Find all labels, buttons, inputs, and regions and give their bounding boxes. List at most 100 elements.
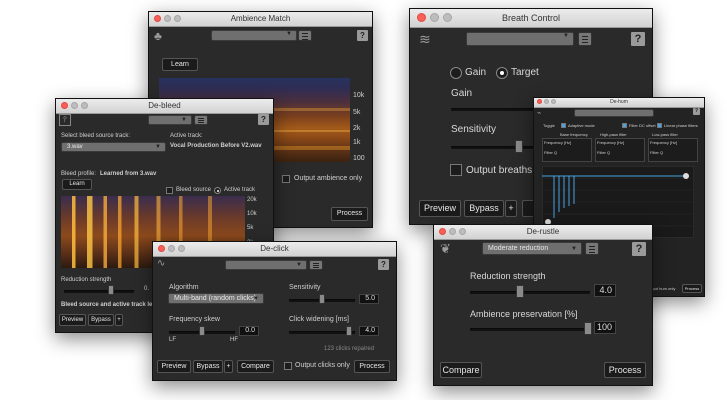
- active-track-radio[interactable]: [214, 187, 221, 194]
- close-button[interactable]: [158, 245, 165, 252]
- de-bleed-titlebar[interactable]: De-bleed: [56, 99, 273, 114]
- ambience-preservation-slider-thumb[interactable]: [584, 322, 592, 335]
- de-rustle-titlebar[interactable]: De-rustle: [434, 225, 652, 240]
- help-icon[interactable]: ?: [378, 259, 389, 270]
- freq-label-10k: 10k: [353, 92, 365, 99]
- window-title: Breath Control: [501, 13, 561, 23]
- help-icon[interactable]: ?: [258, 114, 269, 125]
- sensitivity-value[interactable]: 5.0: [359, 294, 379, 304]
- frequency-skew-slider-thumb[interactable]: [199, 326, 205, 336]
- sensitivity-label: Sensitivity: [451, 124, 497, 135]
- active-track-value: Vocal Production Before V2.wav: [170, 143, 262, 149]
- zoom-button[interactable]: [459, 228, 466, 235]
- close-button[interactable]: [61, 102, 68, 109]
- close-button[interactable]: [537, 99, 542, 104]
- bleed-source-checkbox[interactable]: [166, 187, 173, 194]
- zoom-button[interactable]: [174, 15, 181, 22]
- gain-slider[interactable]: [451, 108, 541, 111]
- minimize-button[interactable]: [168, 245, 175, 252]
- reduction-strength-value[interactable]: 4.0: [594, 284, 616, 297]
- help-icon[interactable]: ?: [631, 32, 645, 46]
- preset-menu-icon[interactable]: [298, 30, 312, 41]
- minimize-button[interactable]: [430, 13, 439, 22]
- bypass-options-button[interactable]: +: [115, 314, 123, 326]
- process-button[interactable]: Process: [604, 362, 646, 378]
- sensitivity-slider[interactable]: [451, 146, 541, 149]
- zoom-button[interactable]: [443, 13, 452, 22]
- learn-button[interactable]: Learn: [162, 58, 198, 71]
- process-button[interactable]: Process: [354, 360, 390, 373]
- help-icon[interactable]: ?: [632, 242, 646, 256]
- close-button[interactable]: [439, 228, 446, 235]
- filter-dc-checkbox[interactable]: [622, 123, 627, 128]
- breath-control-titlebar[interactable]: Breath Control: [410, 9, 652, 28]
- base-frequency-label: Base frequency: [560, 132, 588, 137]
- preview-button[interactable]: Preview: [157, 360, 191, 373]
- mode-menu-icon[interactable]: [585, 242, 599, 255]
- preset-menu-icon[interactable]: [578, 32, 592, 46]
- close-button[interactable]: [417, 13, 426, 22]
- bypass-button[interactable]: Bypass: [464, 200, 504, 217]
- high-pass-frequency-label: Frequency [Hz]: [597, 140, 625, 145]
- help-icon[interactable]: ?: [357, 30, 368, 41]
- mode-dropdown[interactable]: Moderate reduction ▼: [482, 242, 582, 255]
- ambience-preservation-slider[interactable]: [470, 328, 590, 331]
- minimize-button[interactable]: [164, 15, 171, 22]
- process-button[interactable]: Process: [331, 207, 368, 221]
- preset-dropdown[interactable]: ▼: [211, 30, 297, 41]
- bleed-profile-value: Learned from 3.wav: [100, 171, 157, 177]
- reduction-strength-slider-thumb[interactable]: [108, 285, 114, 295]
- close-button[interactable]: [154, 15, 161, 22]
- ambience-preservation-value[interactable]: 100: [594, 321, 616, 334]
- ambience-match-titlebar[interactable]: Ambience Match: [149, 12, 372, 27]
- click-widening-slider-thumb[interactable]: [346, 326, 352, 336]
- output-clicks-only-checkbox[interactable]: [284, 362, 292, 370]
- compare-button[interactable]: Compare: [440, 362, 482, 378]
- learn-button[interactable]: Learn: [62, 179, 92, 190]
- algorithm-dropdown[interactable]: Multi-band (random clicks) ▼: [168, 293, 264, 304]
- preset-dropdown[interactable]: ▼: [148, 115, 192, 125]
- gain-mode-radio[interactable]: [450, 67, 462, 79]
- de-hum-titlebar[interactable]: De-hum: [534, 98, 704, 108]
- help-icon[interactable]: ?: [693, 108, 700, 115]
- reduction-strength-slider[interactable]: [470, 291, 590, 294]
- output-breaths-label: Output breaths o: [466, 165, 541, 176]
- de-click-titlebar[interactable]: De-click: [153, 242, 396, 257]
- sensitivity-slider-thumb[interactable]: [319, 294, 325, 304]
- reduction-strength-slider-thumb[interactable]: [516, 285, 524, 298]
- click-widening-value[interactable]: 4.0: [359, 326, 379, 336]
- de-bleed-icon: ⫯: [59, 114, 71, 126]
- freq-label-1k: 1k: [353, 139, 361, 146]
- target-mode-radio[interactable]: [496, 67, 508, 79]
- reduction-strength-slider[interactable]: [64, 290, 134, 293]
- bypass-options-button[interactable]: +: [505, 200, 517, 217]
- source-track-dropdown[interactable]: 3.wav ▼: [61, 142, 166, 152]
- zoom-button[interactable]: [178, 245, 185, 252]
- linear-phase-checkbox[interactable]: [657, 123, 662, 128]
- bypass-options-button[interactable]: +: [224, 360, 233, 373]
- preset-dropdown[interactable]: ▼: [225, 260, 307, 270]
- preset-dropdown[interactable]: ▼: [466, 32, 574, 46]
- minimize-button[interactable]: [544, 99, 549, 104]
- minimize-button[interactable]: [449, 228, 456, 235]
- preview-button[interactable]: Preview: [419, 200, 461, 217]
- bypass-button[interactable]: Bypass: [88, 314, 114, 326]
- preset-menu-icon[interactable]: [309, 260, 323, 270]
- zoom-button[interactable]: [81, 102, 88, 109]
- output-ambience-only-checkbox[interactable]: [282, 175, 290, 183]
- preview-button[interactable]: Preview: [59, 314, 86, 326]
- process-button[interactable]: Process: [682, 284, 702, 293]
- preset-dropdown[interactable]: [574, 109, 654, 117]
- adaptive-mode-checkbox[interactable]: [561, 123, 566, 128]
- zoom-button[interactable]: [551, 99, 556, 104]
- sensitivity-slider-thumb[interactable]: [515, 140, 523, 153]
- algorithm-label: Algorithm: [169, 284, 199, 291]
- preset-menu-icon[interactable]: [194, 115, 208, 125]
- click-widening-label: Click widening [ms]: [289, 316, 349, 323]
- compare-button[interactable]: Compare: [237, 360, 274, 373]
- minimize-button[interactable]: [71, 102, 78, 109]
- frequency-skew-value[interactable]: 0.0: [239, 326, 259, 336]
- active-track-label: Active track:: [170, 133, 203, 139]
- output-breaths-checkbox[interactable]: [450, 164, 462, 176]
- bypass-button[interactable]: Bypass: [193, 360, 223, 373]
